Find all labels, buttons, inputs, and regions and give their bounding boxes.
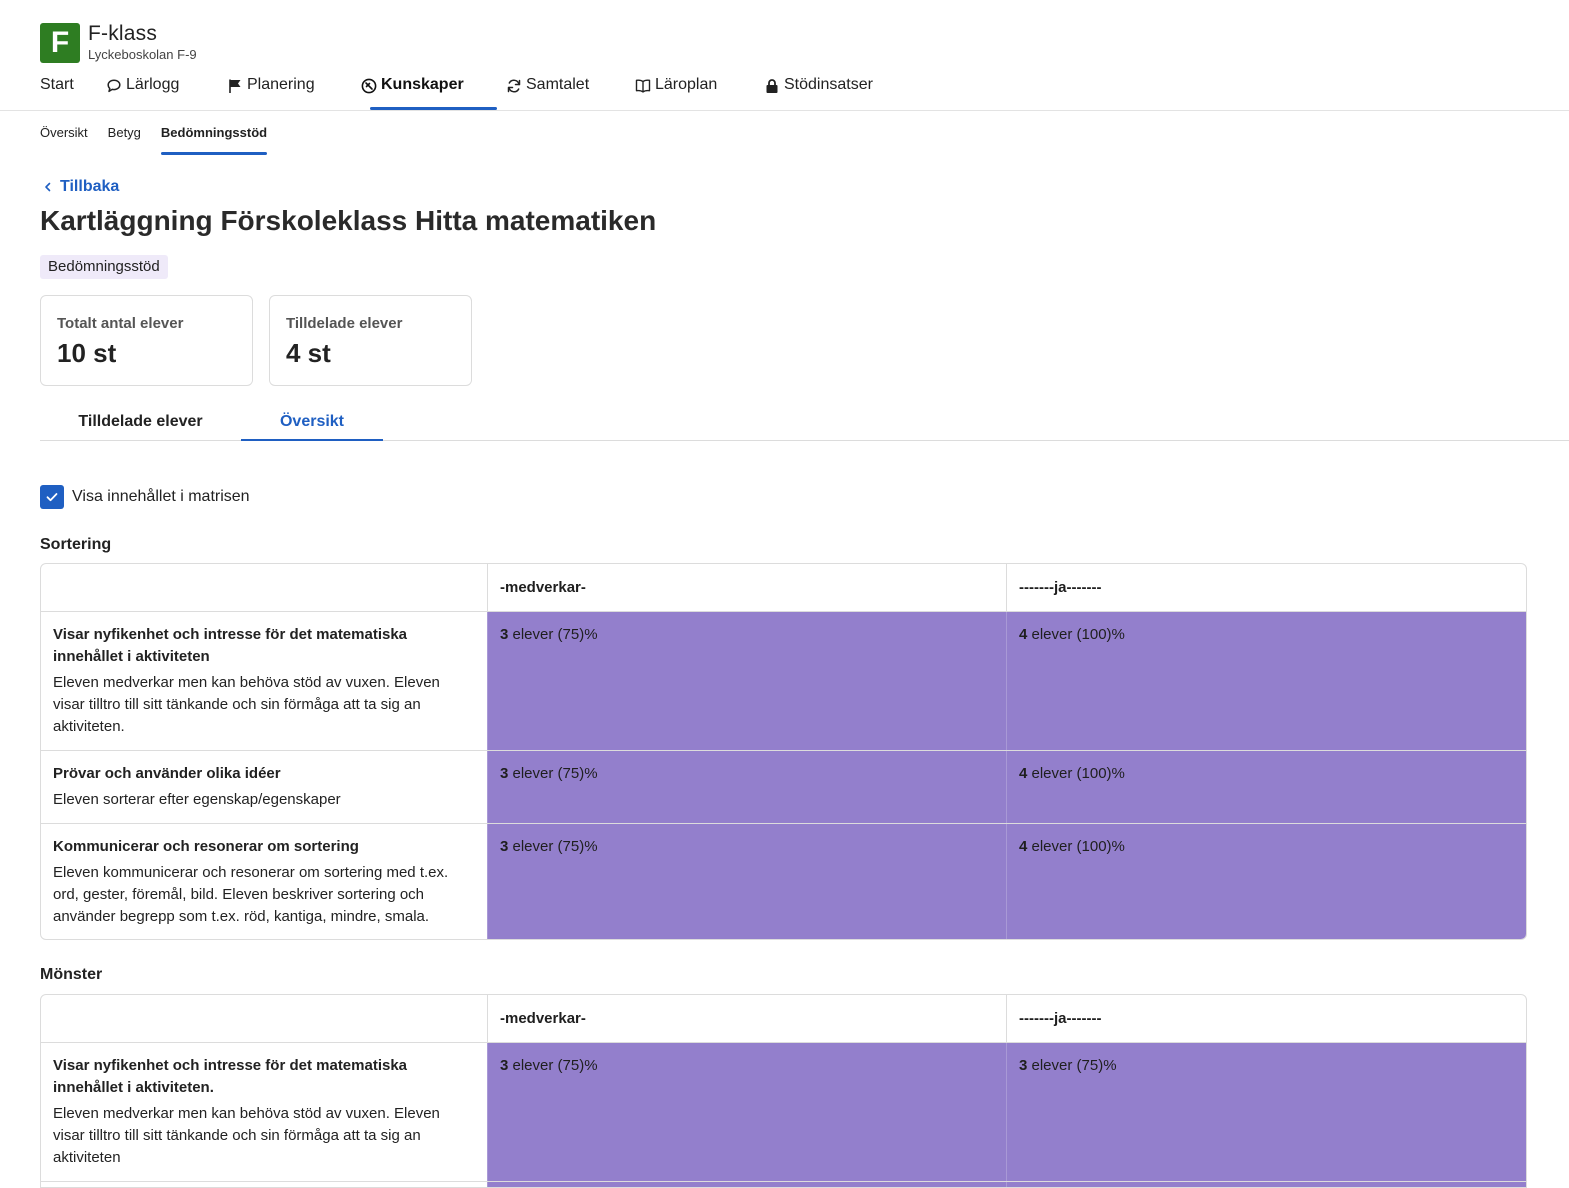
class-name: F-klass xyxy=(88,22,158,45)
nav-planering-label: Planering xyxy=(247,76,315,93)
school-name: Lyckeboskolan F-9 xyxy=(88,47,197,62)
class-logo: F xyxy=(40,23,80,63)
result-text: elever (100)% xyxy=(1027,765,1125,782)
result-text: elever (100)% xyxy=(1027,626,1125,643)
sub-nav: Översikt Betyg Bedömningsstöd xyxy=(40,125,287,155)
result-cell[interactable]: 3 elever (75)% xyxy=(487,751,1006,823)
app-header: F F-klass Lyckeboskolan F-9 Start Lärlog… xyxy=(0,0,1569,111)
tab-oversikt[interactable]: Översikt xyxy=(241,403,383,441)
book-icon xyxy=(635,79,651,93)
result-text: elever (75)% xyxy=(508,1057,598,1074)
subnav-betyg[interactable]: Betyg xyxy=(108,125,141,155)
result-cell[interactable] xyxy=(1006,1182,1526,1187)
column-header: -------ja------- xyxy=(1006,564,1526,611)
result-cell[interactable]: 3 elever (75)% xyxy=(487,824,1006,939)
criterion-title: Visar nyfikenhet och intresse för det ma… xyxy=(53,1057,408,1096)
stat-assigned-label: Tilldelade elever xyxy=(286,315,403,332)
stat-total-label: Totalt antal elever xyxy=(57,315,184,332)
stat-card-total: Totalt antal elever 10 st xyxy=(40,295,253,386)
main-nav: Start Lärlogg Planering Kunskaper Samtal… xyxy=(40,76,873,110)
tab-tilldelade-elever[interactable]: Tilldelade elever xyxy=(40,403,241,441)
speech-bubble-icon xyxy=(107,79,121,93)
matrix-monster: -medverkar- -------ja------- Visar nyfik… xyxy=(40,994,1527,1188)
compass-icon xyxy=(361,78,377,94)
content-tabs: Tilldelade elever Översikt xyxy=(40,403,1569,441)
back-link[interactable]: Tillbaka xyxy=(42,178,119,196)
result-cell[interactable]: 3 elever (75)% xyxy=(487,612,1006,750)
result-cell[interactable]: 3 elever (75)% xyxy=(1006,1043,1526,1181)
criterion-title: Visar nyfikenhet och intresse för det ma… xyxy=(53,626,408,665)
criterion-cell: Prövar och använder olika idéer Eleven s… xyxy=(41,751,487,823)
checkmark-icon xyxy=(46,493,58,502)
result-text: elever (100)% xyxy=(1027,838,1125,855)
criterion-description: Eleven sorterar efter egenskap/egenskape… xyxy=(53,791,341,808)
result-text: elever (75)% xyxy=(508,838,598,855)
result-cell[interactable] xyxy=(487,1182,1006,1187)
result-cell[interactable]: 4 elever (100)% xyxy=(1006,612,1526,750)
matrix-sortering: -medverkar- -------ja------- Visar nyfik… xyxy=(40,563,1527,940)
nav-kunskaper-label: Kunskaper xyxy=(381,76,464,93)
nav-larlogg[interactable]: Lärlogg xyxy=(106,76,227,110)
criterion-cell: Visar nyfikenhet och intresse för det ma… xyxy=(41,612,487,750)
criterion-title: Prövar och använder olika idéer xyxy=(53,765,281,782)
column-header: -medverkar- xyxy=(487,995,1006,1042)
nav-larlogg-label: Lärlogg xyxy=(126,76,180,93)
criterion-description: Eleven medverkar men kan behöva stöd av … xyxy=(53,674,440,735)
column-header: -------ja------- xyxy=(1006,995,1526,1042)
nav-samtalet-label: Samtalet xyxy=(526,76,590,93)
nav-start[interactable]: Start xyxy=(40,76,106,110)
result-cell[interactable]: 4 elever (100)% xyxy=(1006,751,1526,823)
criterion-title: Kommunicerar och resonerar om sortering xyxy=(53,838,359,855)
result-text: elever (75)% xyxy=(508,626,598,643)
result-text: elever (75)% xyxy=(508,765,598,782)
nav-laroplan-label: Läroplan xyxy=(655,76,718,93)
show-content-toggle: Visa innehållet i matrisen xyxy=(40,485,250,509)
criterion-description: Eleven kommunicerar och resonerar om sor… xyxy=(53,864,449,925)
subnav-oversikt[interactable]: Översikt xyxy=(40,125,88,155)
criterion-cell: Kommunicerar och resonerar om sortering … xyxy=(41,824,487,939)
matrix-row xyxy=(41,1181,1526,1187)
criterion-cell: Visar nyfikenhet och intresse för det ma… xyxy=(41,1043,487,1181)
section-title-monster: Mönster xyxy=(40,966,103,983)
matrix-header-row: -medverkar- -------ja------- xyxy=(41,995,1526,1042)
result-cell[interactable]: 3 elever (75)% xyxy=(487,1043,1006,1181)
matrix-row: Visar nyfikenhet och intresse för det ma… xyxy=(41,1042,1526,1181)
column-header: -medverkar- xyxy=(487,564,1006,611)
back-link-label: Tillbaka xyxy=(60,178,120,195)
chevron-left-icon xyxy=(45,182,51,192)
result-cell[interactable]: 4 elever (100)% xyxy=(1006,824,1526,939)
matrix-corner-cell xyxy=(41,995,487,1042)
nav-samtalet[interactable]: Samtalet xyxy=(506,76,635,110)
refresh-icon xyxy=(507,79,521,93)
type-tag: Bedömningsstöd xyxy=(40,255,168,279)
result-text: elever (75)% xyxy=(1027,1057,1117,1074)
criterion-cell xyxy=(41,1182,487,1187)
nav-laroplan[interactable]: Läroplan xyxy=(635,76,764,110)
lock-icon xyxy=(766,79,778,93)
show-content-checkbox[interactable] xyxy=(40,485,64,509)
show-content-label: Visa innehållet i matrisen xyxy=(72,488,250,505)
matrix-row: Visar nyfikenhet och intresse för det ma… xyxy=(41,611,1526,750)
nav-planering[interactable]: Planering xyxy=(227,76,361,110)
stat-assigned-value: 4 st xyxy=(286,338,331,368)
nav-stodinsatser[interactable]: Stödinsatser xyxy=(764,76,873,110)
matrix-header-row: -medverkar- -------ja------- xyxy=(41,564,1526,611)
criterion-description: Eleven medverkar men kan behöva stöd av … xyxy=(53,1105,440,1166)
matrix-row: Kommunicerar och resonerar om sortering … xyxy=(41,823,1526,939)
nav-start-label: Start xyxy=(40,76,74,93)
flag-icon xyxy=(229,79,241,93)
subnav-bedomningsstod[interactable]: Bedömningsstöd xyxy=(160,125,268,155)
nav-stodinsatser-label: Stödinsatser xyxy=(784,76,873,93)
stat-card-assigned: Tilldelade elever 4 st xyxy=(269,295,472,386)
stat-total-value: 10 st xyxy=(57,338,117,368)
matrix-row: Prövar och använder olika idéer Eleven s… xyxy=(41,750,1526,823)
section-title-sortering: Sortering xyxy=(40,536,112,553)
matrix-corner-cell xyxy=(41,564,487,611)
nav-kunskaper[interactable]: Kunskaper xyxy=(361,76,506,110)
page-title: Kartläggning Förskoleklass Hitta matemat… xyxy=(40,205,657,236)
